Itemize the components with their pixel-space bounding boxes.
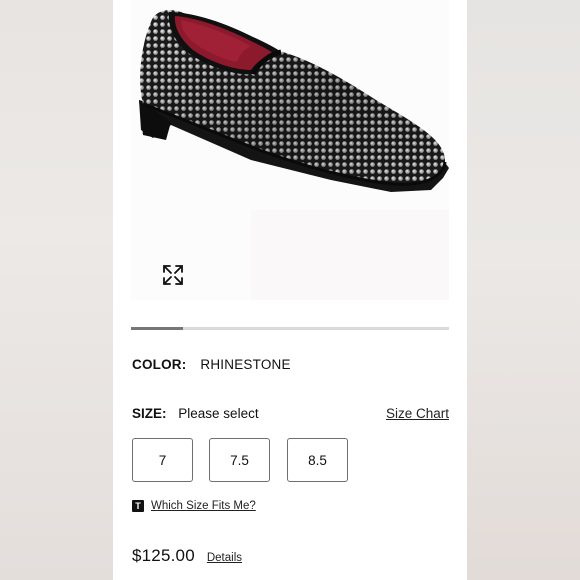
size-option-8-5[interactable]: 8.5 [287, 438, 348, 482]
gallery-progress-track[interactable] [131, 327, 449, 330]
size-option-7-5[interactable]: 7.5 [209, 438, 270, 482]
color-value: RHINESTONE [200, 357, 291, 372]
size-chart-link[interactable]: Size Chart [386, 406, 449, 421]
price: $125.00 [132, 546, 195, 565]
price-row: $125.00 Details [132, 546, 242, 566]
product-panel: COLOR: RHINESTONE SIZE: Please select Si… [113, 0, 467, 580]
background-right [467, 0, 580, 580]
background-left [0, 0, 113, 580]
expand-icon[interactable] [161, 263, 185, 287]
details-link[interactable]: Details [207, 552, 242, 564]
shoe-image [139, 10, 449, 192]
color-label: COLOR: [132, 357, 187, 372]
fit-row: T Which Size Fits Me? [132, 500, 256, 512]
color-row: COLOR: RHINESTONE [132, 357, 291, 372]
size-row: SIZE: Please select Size Chart [132, 406, 450, 421]
which-size-fits-link[interactable]: Which Size Fits Me? [151, 500, 256, 512]
size-label: SIZE: [132, 406, 167, 421]
size-selected: Please select [178, 406, 259, 421]
product-image[interactable] [131, 0, 449, 300]
gallery-progress-fill [131, 327, 184, 330]
size-option-7[interactable]: 7 [132, 438, 193, 482]
true-fit-icon: T [132, 500, 144, 512]
